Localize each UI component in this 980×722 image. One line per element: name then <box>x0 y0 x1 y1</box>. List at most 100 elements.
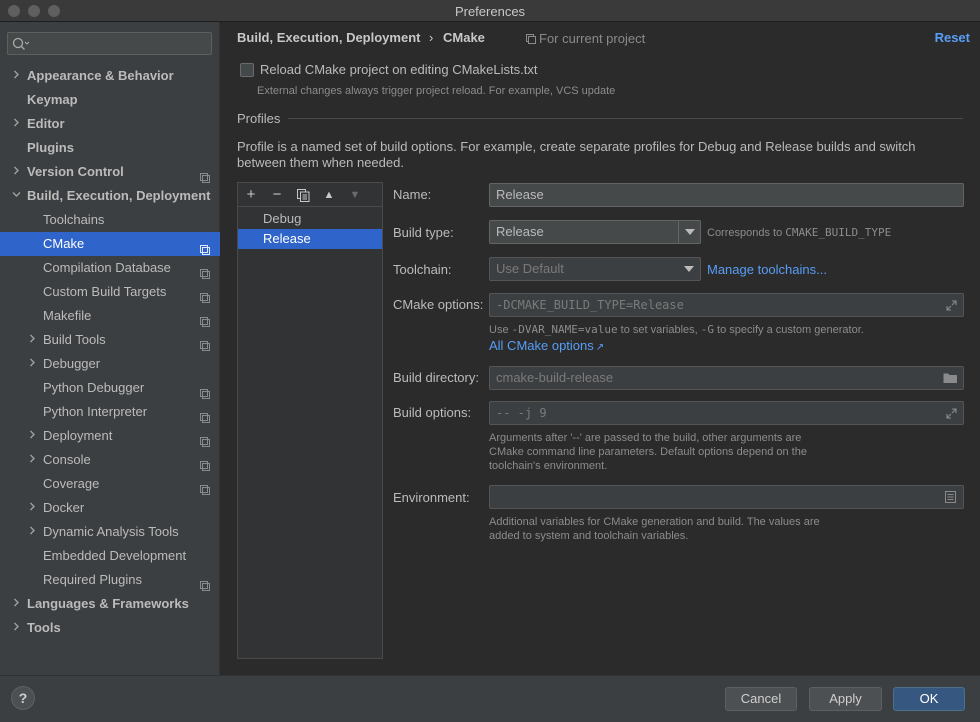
chevron-right-icon[interactable] <box>27 328 37 352</box>
breadcrumb-separator: › <box>429 30 434 45</box>
sidebar-item-label: Custom Build Targets <box>43 284 167 299</box>
settings-search-input[interactable] <box>7 32 212 55</box>
sidebar-item-label: Python Interpreter <box>43 404 148 419</box>
expand-icon[interactable] <box>946 300 957 311</box>
sidebar-item-dynamic-analysis-tools[interactable]: Dynamic Analysis Tools <box>0 520 220 544</box>
remove-profile-button[interactable]: − <box>267 186 287 204</box>
chevron-right-icon[interactable] <box>11 592 21 616</box>
ok-button[interactable]: OK <box>893 687 965 711</box>
chevron-right-icon[interactable] <box>27 496 37 520</box>
window-title: Preferences <box>454 4 526 19</box>
sidebar-item-languages-frameworks[interactable]: Languages & Frameworks <box>0 592 220 616</box>
reload-hint: External changes always trigger project … <box>257 85 616 97</box>
sidebar-item-coverage[interactable]: Coverage <box>0 472 220 496</box>
sidebar-item-debugger[interactable]: Debugger <box>0 352 220 376</box>
sidebar-item-cmake[interactable]: CMake <box>0 232 220 256</box>
build-options-input[interactable]: -- -j 9 <box>489 401 964 425</box>
name-label: Name: <box>393 187 432 202</box>
sidebar-item-label: CMake <box>43 236 85 251</box>
sidebar-item-label: Build, Execution, Deployment <box>27 188 211 203</box>
sidebar-item-keymap[interactable]: Keymap <box>0 88 220 112</box>
folder-icon[interactable] <box>943 372 958 384</box>
expand-icon[interactable] <box>946 408 957 419</box>
sidebar-item-build-tools[interactable]: Build Tools <box>0 328 220 352</box>
build-type-select[interactable]: Release <box>489 220 701 244</box>
build-directory-input[interactable]: cmake-build-release <box>489 366 964 390</box>
sidebar-item-custom-build-targets[interactable]: Custom Build Targets <box>0 280 220 304</box>
dropdown-arrow-icon <box>678 221 700 243</box>
section-divider <box>288 118 963 119</box>
sidebar-item-python-interpreter[interactable]: Python Interpreter <box>0 400 220 424</box>
sidebar-item-compilation-database[interactable]: Compilation Database <box>0 256 220 280</box>
cancel-button[interactable]: Cancel <box>725 687 797 711</box>
sidebar-item-appearance-behavior[interactable]: Appearance & Behavior <box>0 64 220 88</box>
project-scope-icon <box>526 34 536 44</box>
build-options-hint-1: Arguments after '--' are passed to the b… <box>489 432 802 444</box>
sidebar-item-docker[interactable]: Docker <box>0 496 220 520</box>
sidebar-item-label: Python Debugger <box>43 380 145 395</box>
project-scope-icon <box>200 575 210 591</box>
move-up-button[interactable]: ▲ <box>319 186 339 204</box>
project-scope-icon <box>200 335 210 351</box>
sidebar-item-embedded-development[interactable]: Embedded Development <box>0 544 220 568</box>
chevron-right-icon[interactable] <box>11 160 21 184</box>
environment-label: Environment: <box>393 490 470 505</box>
apply-button[interactable]: Apply <box>809 687 882 711</box>
sidebar-item-tools[interactable]: Tools <box>0 616 220 640</box>
reload-cmake-label[interactable]: Reload CMake project on editing CMakeLis… <box>260 62 537 77</box>
sidebar-item-version-control[interactable]: Version Control <box>0 160 220 184</box>
cmake-options-input[interactable]: -DCMAKE_BUILD_TYPE=Release <box>489 293 964 317</box>
profiles-description: Profile is a named set of build options.… <box>237 139 916 170</box>
edit-variables-icon[interactable] <box>945 491 956 503</box>
cmake-options-hint: Use -DVAR_NAME=value to set variables, -… <box>489 323 864 336</box>
help-button[interactable]: ? <box>11 686 35 710</box>
sidebar-item-label: Console <box>43 452 91 467</box>
toolchain-select[interactable]: Use Default <box>489 257 701 281</box>
profile-item-release[interactable]: Release <box>238 229 382 249</box>
sidebar-item-label: Embedded Development <box>43 548 187 563</box>
sidebar-item-label: Tools <box>27 620 61 635</box>
chevron-right-icon[interactable] <box>11 616 21 640</box>
chevron-down-icon[interactable] <box>11 184 21 208</box>
manage-toolchains-link[interactable]: Manage toolchains... <box>707 262 827 277</box>
chevron-right-icon[interactable] <box>27 352 37 376</box>
scope-label: For current project <box>526 31 645 46</box>
move-down-button[interactable]: ▼ <box>345 186 365 204</box>
profile-name-input[interactable]: Release <box>489 183 964 207</box>
sidebar-item-toolchains[interactable]: Toolchains <box>0 208 220 232</box>
environment-input[interactable] <box>489 485 964 509</box>
breadcrumb-parent[interactable]: Build, Execution, Deployment <box>237 30 420 45</box>
sidebar-item-required-plugins[interactable]: Required Plugins <box>0 568 220 592</box>
project-scope-icon <box>200 455 210 471</box>
project-scope-icon <box>200 239 210 255</box>
copy-profile-button[interactable] <box>293 186 313 204</box>
reload-cmake-checkbox[interactable] <box>240 63 254 77</box>
sidebar-item-plugins[interactable]: Plugins <box>0 136 220 160</box>
profile-item-debug[interactable]: Debug <box>238 209 382 229</box>
chevron-right-icon[interactable] <box>27 424 37 448</box>
add-profile-button[interactable]: + <box>241 186 261 204</box>
cmake-options-label: CMake options: <box>393 297 484 312</box>
all-cmake-options-link[interactable]: All CMake options ↗ <box>489 338 604 353</box>
sidebar-item-label: Makefile <box>43 308 92 323</box>
chevron-right-icon[interactable] <box>27 520 37 544</box>
sidebar-item-deployment[interactable]: Deployment <box>0 424 220 448</box>
build-type-hint: Corresponds to CMAKE_BUILD_TYPE <box>707 226 892 239</box>
chevron-right-icon[interactable] <box>11 64 21 88</box>
sidebar-item-label: Dynamic Analysis Tools <box>43 524 179 539</box>
reset-link[interactable]: Reset <box>935 30 970 45</box>
sidebar-item-python-debugger[interactable]: Python Debugger <box>0 376 220 400</box>
sidebar-item-console[interactable]: Console <box>0 448 220 472</box>
project-scope-icon <box>200 311 210 327</box>
profiles-list-panel <box>237 182 383 659</box>
sidebar-item-editor[interactable]: Editor <box>0 112 220 136</box>
sidebar-item-build-execution-deployment[interactable]: Build, Execution, Deployment <box>0 184 220 208</box>
build-options-hint-2: CMake command line parameters. Default o… <box>489 446 807 458</box>
sidebar-item-makefile[interactable]: Makefile <box>0 304 220 328</box>
chevron-right-icon[interactable] <box>11 112 21 136</box>
sidebar-item-label: Plugins <box>27 140 74 155</box>
environment-hint-2: added to system and toolchain variables. <box>489 530 689 542</box>
chevron-right-icon[interactable] <box>27 448 37 472</box>
build-type-label: Build type: <box>393 225 454 240</box>
settings-sidebar: Appearance & Behavior Keymap Editor Plugins… <box>0 22 220 675</box>
